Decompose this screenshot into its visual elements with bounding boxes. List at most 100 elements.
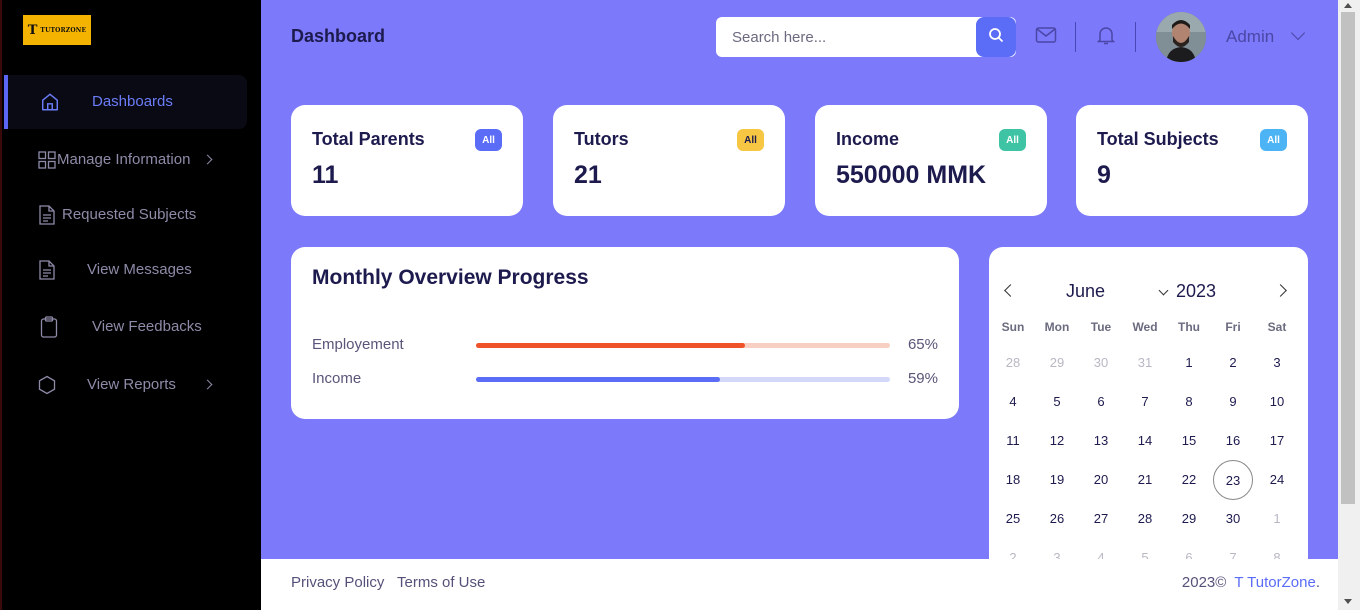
calendar-day[interactable]: 16 (1213, 421, 1253, 461)
page-title: Dashboard (291, 26, 386, 46)
sidebar-item-label: View Reports (87, 376, 176, 393)
calendar-day[interactable]: 1 (1169, 343, 1209, 383)
weekday-label: Tue (1090, 320, 1112, 334)
calendar-day[interactable]: 5 (1037, 382, 1077, 422)
brand-logo[interactable]: T TUTORZONE (23, 15, 91, 45)
calendar-day[interactable]: 2 (1213, 343, 1253, 383)
calendar-day[interactable]: 29 (1037, 343, 1077, 383)
stat-value: 11 (312, 161, 339, 189)
sidebar-item-manage-information[interactable]: Manage Information (2, 140, 242, 180)
progress-fill (476, 377, 721, 382)
progress-label: Employement (312, 336, 404, 353)
sidebar-item-label: Dashboards (92, 93, 173, 110)
chevron-down-icon[interactable] (1290, 25, 1306, 41)
calendar-day[interactable]: 29 (1169, 499, 1209, 539)
weekday-label: Sat (1267, 320, 1287, 334)
divider (1135, 22, 1136, 52)
stat-card-tutors: Tutors 21 All (553, 105, 785, 216)
progress-track (476, 377, 890, 382)
sidebar-item-label: Manage Information (57, 151, 191, 168)
calendar-day[interactable]: 3 (1257, 343, 1297, 383)
weekday-label: Sun (1001, 320, 1025, 334)
calendar-day[interactable]: 1 (1257, 499, 1297, 539)
status-badge[interactable]: All (999, 129, 1026, 151)
document-icon (37, 260, 57, 280)
stat-label: Total Subjects (1097, 129, 1219, 149)
copyright-year: 2023© (1181, 574, 1227, 591)
status-badge[interactable]: All (475, 129, 502, 151)
calendar-day[interactable]: 28 (993, 343, 1033, 383)
user-name[interactable]: Admin (1226, 27, 1274, 47)
stat-value: 9 (1097, 161, 1111, 189)
bell-icon (1096, 25, 1116, 50)
notifications-button[interactable] (1095, 26, 1117, 48)
progress-row: Income 59% (312, 370, 938, 390)
calendar-day-today[interactable]: 23 (1213, 460, 1253, 500)
calendar-day[interactable]: 17 (1257, 421, 1297, 461)
progress-row: Employement 65% (312, 336, 938, 356)
calendar-day[interactable]: 4 (993, 382, 1033, 422)
calendar-day[interactable]: 27 (1081, 499, 1121, 539)
calendar: June 2023 Sun Mon Tue Wed Thu Fri Sat 28 29 30 31 1… (989, 247, 1308, 567)
calendar-prev-button[interactable] (1004, 284, 1017, 297)
calendar-day[interactable]: 11 (993, 421, 1033, 461)
divider (1075, 22, 1076, 52)
home-icon (40, 92, 60, 112)
calendar-day[interactable]: 18 (993, 460, 1033, 500)
calendar-day[interactable]: 6 (1081, 382, 1121, 422)
document-icon (37, 205, 57, 225)
progress-label: Income (312, 370, 362, 387)
calendar-day[interactable]: 30 (1081, 343, 1121, 383)
calendar-day[interactable]: 21 (1125, 460, 1165, 500)
privacy-policy-link[interactable]: Privacy Policy (291, 574, 384, 591)
clipboard-icon (39, 316, 59, 338)
calendar-day[interactable]: 25 (993, 499, 1033, 539)
progress-value: 59% (907, 370, 938, 387)
calendar-day[interactable]: 13 (1081, 421, 1121, 461)
status-badge[interactable]: All (737, 129, 764, 151)
calendar-day[interactable]: 26 (1037, 499, 1077, 539)
calendar-day[interactable]: 22 (1169, 460, 1209, 500)
copyright-suffix: . (1315, 574, 1320, 591)
calendar-year[interactable]: 2023 (1176, 281, 1216, 302)
sidebar-item-view-messages[interactable]: View Messages (2, 250, 242, 290)
monthly-overview-card: Monthly Overview Progress Employement 65… (291, 247, 959, 419)
scrollbar[interactable] (1338, 0, 1360, 610)
calendar-day[interactable]: 7 (1125, 382, 1165, 422)
scroll-thumb[interactable] (1341, 12, 1355, 504)
calendar-month-select[interactable]: June (1066, 281, 1105, 302)
calendar-day[interactable]: 30 (1213, 499, 1253, 539)
stat-label: Tutors (574, 129, 629, 149)
sidebar-item-dashboards[interactable]: Dashboards (4, 75, 247, 129)
calendar-day[interactable]: 19 (1037, 460, 1077, 500)
sidebar-item-view-feedbacks[interactable]: View Feedbacks (2, 307, 242, 347)
calendar-day[interactable]: 15 (1169, 421, 1209, 461)
calendar-day[interactable]: 12 (1037, 421, 1077, 461)
calendar-day[interactable]: 31 (1125, 343, 1165, 383)
search-button[interactable] (976, 17, 1016, 57)
brand-link[interactable]: T TutorZone (1234, 574, 1315, 591)
scroll-down-arrow[interactable] (1344, 599, 1352, 604)
calendar-day[interactable]: 24 (1257, 460, 1297, 500)
chevron-down-icon[interactable] (1158, 285, 1169, 296)
calendar-next-button[interactable] (1274, 284, 1287, 297)
sidebar-item-view-reports[interactable]: View Reports (2, 365, 242, 405)
progress-value: 65% (907, 336, 938, 353)
calendar-day[interactable]: 14 (1125, 421, 1165, 461)
calendar-day[interactable]: 28 (1125, 499, 1165, 539)
calendar-day[interactable]: 20 (1081, 460, 1121, 500)
status-badge[interactable]: All (1260, 129, 1287, 151)
terms-of-use-link[interactable]: Terms of Use (397, 574, 485, 591)
calendar-day[interactable]: 8 (1169, 382, 1209, 422)
calendar-day[interactable]: 9 (1213, 382, 1253, 422)
stat-value: 21 (574, 161, 602, 189)
progress-fill (476, 343, 746, 348)
sidebar-item-requested-subjects[interactable]: Requested Subjects (2, 195, 242, 235)
search-input[interactable] (732, 17, 982, 57)
weekday-label: Wed (1132, 320, 1158, 334)
search-icon (988, 27, 1004, 48)
calendar-day[interactable]: 10 (1257, 382, 1297, 422)
scroll-up-arrow[interactable] (1344, 3, 1352, 8)
mail-button[interactable] (1035, 26, 1057, 48)
avatar[interactable] (1156, 12, 1206, 62)
